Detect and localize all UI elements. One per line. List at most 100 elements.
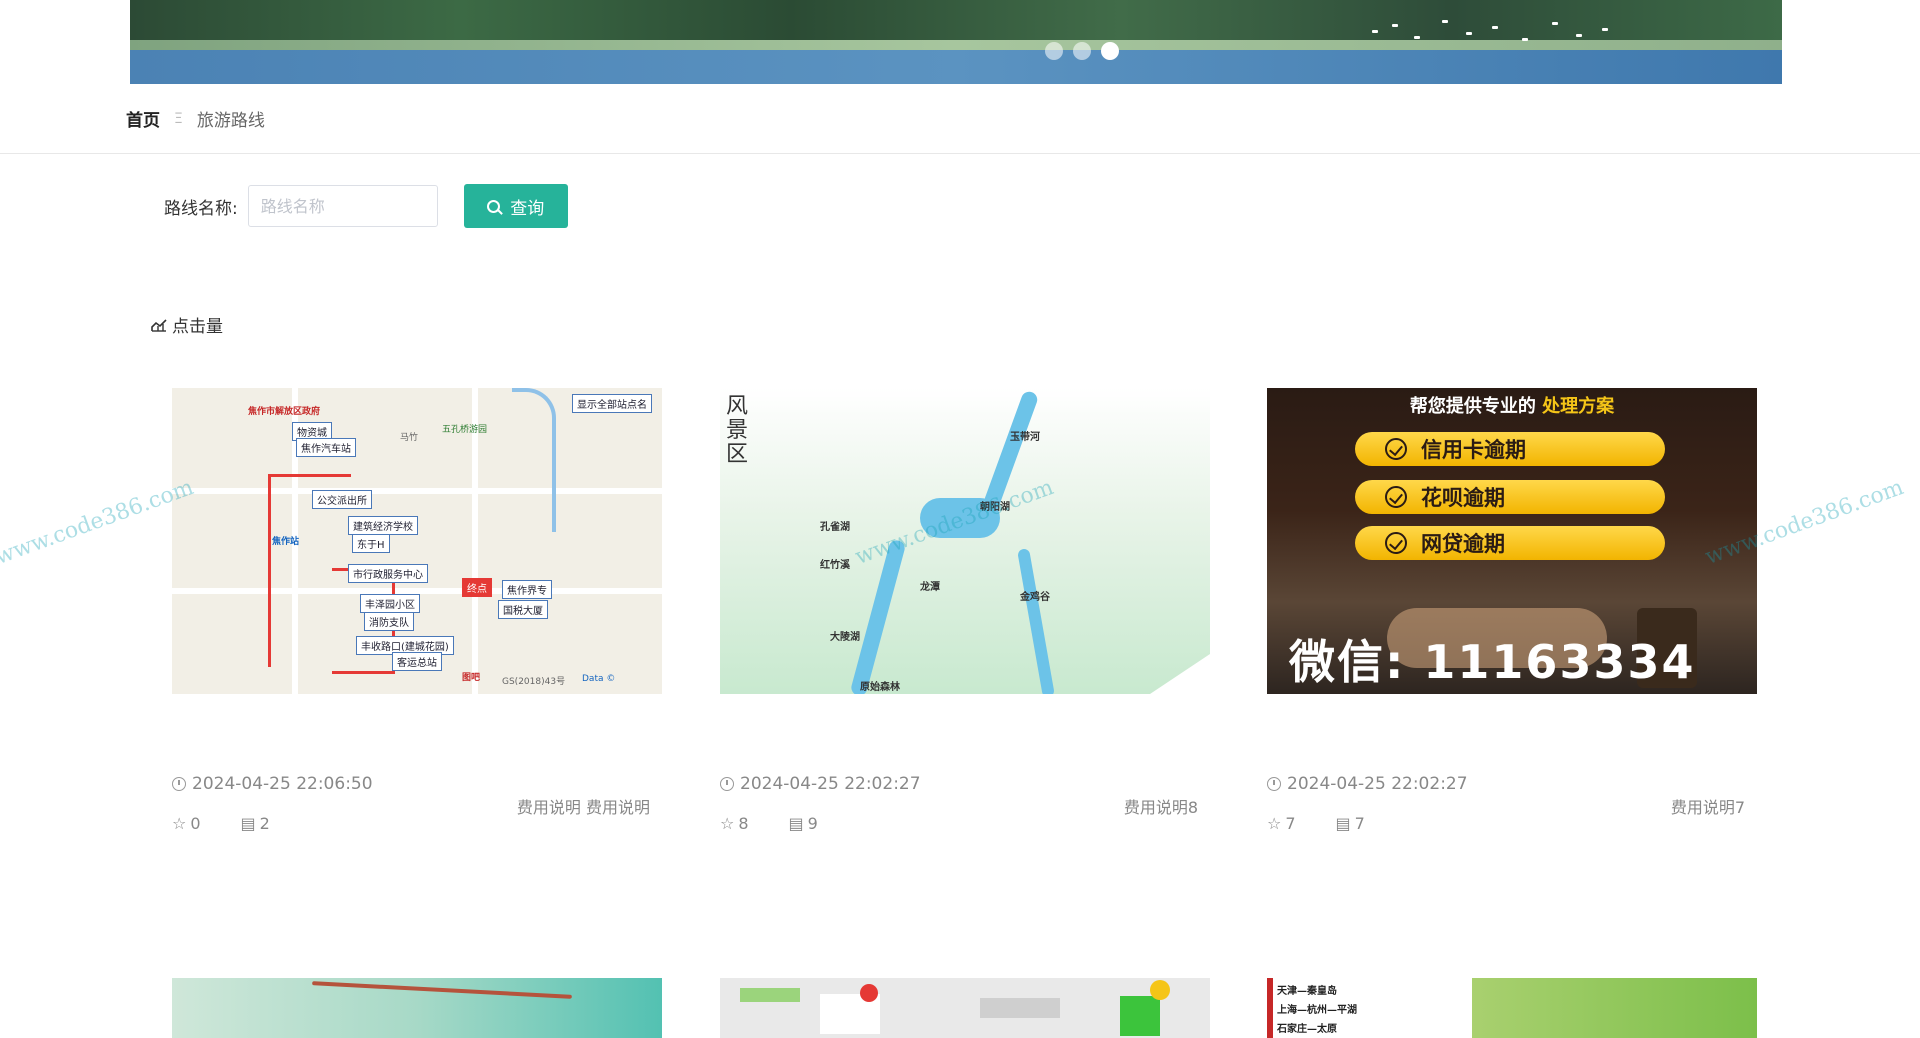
route-card-stats: ☆ 7 ▤ 7 bbox=[1267, 814, 1365, 833]
carousel-dot-3[interactable] bbox=[1101, 42, 1119, 60]
map-text: Data © bbox=[582, 674, 616, 684]
search-button-label: 查询 bbox=[510, 198, 545, 219]
route-card-image[interactable]: 风 景 区 孔雀湖 大陵湖 红竹溪 原始森林 朝阳湖 龙潭 玉带河 金鸡谷 bbox=[720, 388, 1210, 694]
star-icon: ☆ bbox=[1267, 814, 1282, 833]
view-stat: ▤ 7 bbox=[1336, 814, 1365, 833]
route-card-image[interactable] bbox=[172, 978, 662, 1038]
legend-item: 石家庄—太原 bbox=[1277, 1024, 1337, 1035]
route-legend: 天津—秦皇岛 上海—杭州—平湖 石家庄—太原 bbox=[1277, 982, 1357, 1035]
route-card-image[interactable]: 帮您提供专业的 处理方案 信用卡逾期 花呗逾期 网贷逾期 微信: 1116333… bbox=[1267, 388, 1757, 694]
view-count: 7 bbox=[1354, 814, 1365, 833]
route-card-image[interactable] bbox=[720, 978, 1210, 1038]
map-label: 客运总站 bbox=[392, 652, 442, 671]
breadcrumb-current: 旅游路线 bbox=[196, 111, 265, 131]
ad-wechat: 微信: 11163334 bbox=[1289, 635, 1696, 689]
favorite-stat[interactable]: ☆ 8 bbox=[720, 814, 749, 833]
route-card-date: 2024-04-25 22:02:27 bbox=[720, 774, 921, 794]
view-icon: ▤ bbox=[240, 814, 256, 833]
view-icon: ▤ bbox=[788, 814, 804, 833]
watermark: www.code386.com bbox=[0, 475, 197, 570]
map-text: 区 bbox=[726, 442, 749, 467]
legend-item: 上海—杭州—平湖 bbox=[1277, 1005, 1357, 1016]
search-bar: 路线名称: 查询 bbox=[164, 184, 568, 228]
ad-item: 网贷逾期 bbox=[1355, 526, 1665, 560]
ad-item-text: 网贷逾期 bbox=[1421, 532, 1505, 556]
map-text: 大陵湖 bbox=[830, 632, 860, 643]
sort-label: 点击量 bbox=[172, 317, 223, 337]
map-label: 建筑经济学校 bbox=[348, 516, 418, 535]
check-icon bbox=[1385, 486, 1407, 508]
map-label: 市行政服务中心 bbox=[348, 564, 428, 583]
favorite-count: 8 bbox=[738, 814, 749, 833]
route-card-5[interactable] bbox=[720, 978, 1210, 1038]
breadcrumb-separator: Ξ bbox=[174, 110, 183, 127]
map-text: 龙潭 bbox=[920, 582, 940, 593]
map-label: 丰泽园小区 bbox=[360, 594, 420, 613]
route-card-image[interactable]: 物资城 焦作汽车站 公交派出所 建筑经济学校 东于H 市行政服务中心 丰泽园小区… bbox=[172, 388, 662, 694]
route-name-input[interactable] bbox=[247, 185, 438, 227]
view-icon: ▤ bbox=[1335, 814, 1351, 833]
favorite-stat[interactable]: ☆ 0 bbox=[172, 814, 201, 833]
map-label: 东于H bbox=[352, 534, 390, 553]
map-label: 消防支队 bbox=[364, 612, 414, 631]
date-text: 2024-04-25 22:02:27 bbox=[1287, 774, 1468, 794]
view-stat: ▤ 2 bbox=[241, 814, 270, 833]
carousel-dot-2[interactable] bbox=[1073, 42, 1091, 60]
sort-by-clicks[interactable]: 点击量 bbox=[150, 312, 223, 337]
map-show-all-label: 显示全部站点名 bbox=[572, 394, 652, 413]
map-label: 焦作界专 bbox=[502, 580, 552, 599]
check-icon bbox=[1385, 532, 1407, 554]
route-card-meta: 2024-04-25 22:02:27 费用说明7 ☆ 7 ▤ 7 bbox=[1267, 694, 1757, 833]
view-count: 2 bbox=[259, 814, 270, 833]
carousel-dots bbox=[1045, 42, 1119, 60]
chart-icon bbox=[151, 318, 167, 332]
search-icon bbox=[487, 199, 501, 213]
clock-icon bbox=[172, 777, 186, 791]
route-card-4[interactable] bbox=[172, 978, 662, 1038]
ad-header-text: 帮您提供专业的 bbox=[1409, 396, 1536, 417]
map-text: 原始森林 bbox=[860, 682, 900, 693]
breadcrumb-home[interactable]: 首页 bbox=[126, 106, 160, 131]
favorite-count: 7 bbox=[1285, 814, 1296, 833]
favorite-stat[interactable]: ☆ 7 bbox=[1267, 814, 1296, 833]
carousel-dot-1[interactable] bbox=[1045, 42, 1063, 60]
map-label: 焦作汽车站 bbox=[296, 438, 356, 457]
map-text: 焦作站 bbox=[272, 537, 300, 547]
star-icon: ☆ bbox=[720, 814, 735, 833]
search-button[interactable]: 查询 bbox=[463, 184, 568, 228]
ad-item: 信用卡逾期 bbox=[1355, 432, 1665, 466]
route-card-description: 费用说明 费用说明 bbox=[516, 798, 650, 817]
banner-carousel[interactable] bbox=[130, 0, 1782, 84]
route-card-image[interactable]: 天津—秦皇岛 上海—杭州—平湖 石家庄—太原 bbox=[1267, 978, 1757, 1038]
map-text: 五孔桥游园 bbox=[442, 425, 488, 435]
ad-header: 帮您提供专业的 处理方案 bbox=[1267, 392, 1757, 418]
route-card-description: 费用说明8 bbox=[1123, 798, 1198, 817]
favorite-count: 0 bbox=[190, 814, 201, 833]
date-text: 2024-04-25 22:02:27 bbox=[740, 774, 921, 794]
map-text: 朝阳湖 bbox=[980, 502, 1010, 513]
ad-item: 花呗逾期 bbox=[1355, 480, 1665, 514]
route-card-3[interactable]: 帮您提供专业的 处理方案 信用卡逾期 花呗逾期 网贷逾期 微信: 1116333… bbox=[1267, 388, 1757, 833]
check-icon bbox=[1385, 438, 1407, 460]
route-name-label: 路线名称: bbox=[164, 198, 238, 219]
map-label: 国税大厦 bbox=[498, 600, 548, 619]
legend-item: 天津—秦皇岛 bbox=[1277, 986, 1337, 997]
route-card-6[interactable]: 天津—秦皇岛 上海—杭州—平湖 石家庄—太原 bbox=[1267, 978, 1757, 1038]
breadcrumb: 首页 Ξ 旅游路线 bbox=[126, 106, 265, 132]
map-text: 焦作市解放区政府 bbox=[248, 407, 321, 417]
date-text: 2024-04-25 22:06:50 bbox=[192, 774, 373, 794]
divider bbox=[0, 153, 1920, 154]
clock-icon bbox=[720, 777, 734, 791]
star-icon: ☆ bbox=[172, 814, 187, 833]
map-text: 孔雀湖 bbox=[820, 522, 850, 533]
clock-icon bbox=[1267, 777, 1281, 791]
banner-water bbox=[130, 50, 1782, 84]
map-end-label: 终点 bbox=[462, 578, 492, 597]
view-stat: ▤ 9 bbox=[789, 814, 818, 833]
map-text: 玉带河 bbox=[1010, 432, 1040, 443]
ad-header-highlight: 处理方案 bbox=[1542, 396, 1615, 417]
route-card-2[interactable]: 风 景 区 孔雀湖 大陵湖 红竹溪 原始森林 朝阳湖 龙潭 玉带河 金鸡谷 20… bbox=[720, 388, 1210, 833]
route-card-date: 2024-04-25 22:02:27 bbox=[1267, 774, 1468, 794]
route-card-1[interactable]: 物资城 焦作汽车站 公交派出所 建筑经济学校 东于H 市行政服务中心 丰泽园小区… bbox=[172, 388, 662, 833]
route-card-stats: ☆ 8 ▤ 9 bbox=[720, 814, 818, 833]
